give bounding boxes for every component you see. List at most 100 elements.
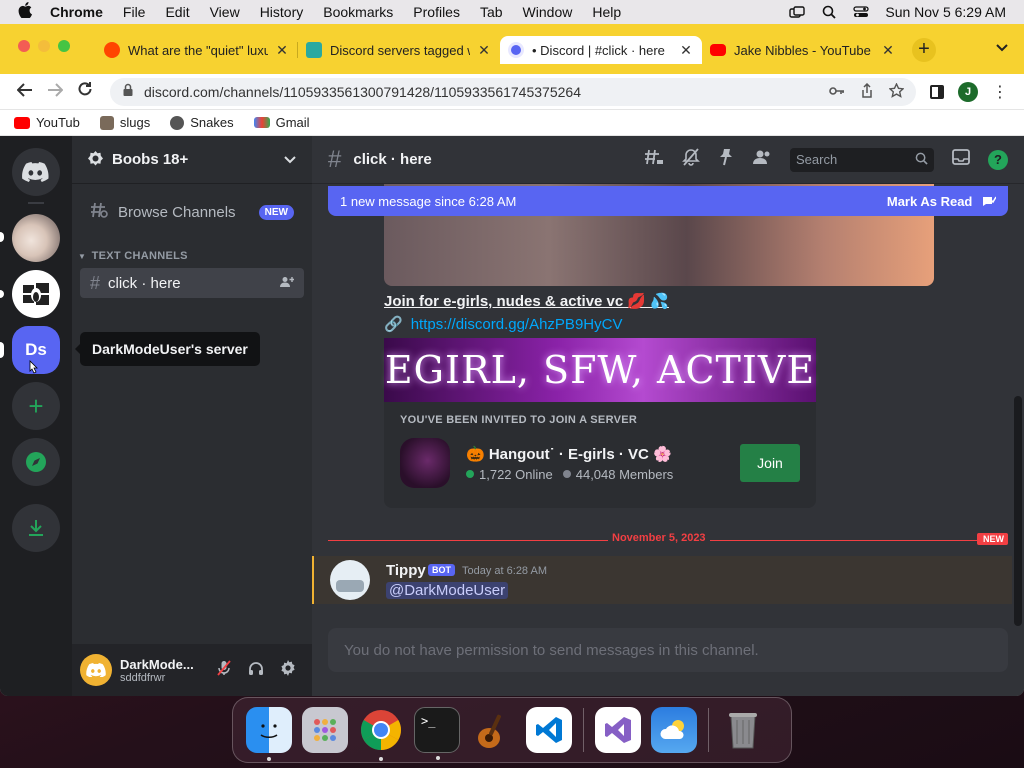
menubar-window[interactable]: Window [523,4,573,20]
vscode-icon[interactable] [526,707,572,753]
garageband-icon[interactable] [470,707,516,753]
search-input[interactable]: Search [790,147,934,172]
mouse-pointer-icon [29,360,38,374]
invite-link-url[interactable]: https://discord.gg/AhzPB9HyCV [411,316,623,333]
help-icon[interactable]: ? [988,149,1008,170]
url-text[interactable]: discord.com/channels/1105933561300791428… [144,84,829,100]
bookmark-label: Snakes [190,115,234,130]
browse-channels-button[interactable]: Browse Channels NEW [80,194,304,230]
window-controls [18,40,70,52]
menubar-app-name[interactable]: Chrome [50,4,103,20]
bookmark-star-icon[interactable] [888,81,905,101]
mute-microphone-icon[interactable] [208,660,240,680]
member-list-icon[interactable] [752,149,772,170]
tab-discord-servers[interactable]: Discord servers tagged with ✕ [298,36,500,64]
tab-close-icon[interactable]: ✕ [880,42,896,59]
tab-youtube[interactable]: Jake Nibbles - YouTube ✕ [702,36,904,64]
visual-studio-icon[interactable] [595,707,641,753]
invite-link[interactable]: 🔗 https://discord.gg/AhzPB9HyCV [384,315,622,333]
invite-server-icon[interactable] [400,438,450,488]
notification-bell-muted-icon[interactable] [682,148,700,171]
chevron-down-icon[interactable] [284,153,296,167]
threads-icon[interactable] [644,148,664,171]
tab-close-icon[interactable]: ✕ [274,42,290,59]
settings-gear-icon[interactable] [272,660,304,680]
forward-arrow-icon[interactable] [40,81,70,102]
discord-home-button[interactable] [12,148,60,196]
launchpad-icon[interactable] [302,707,348,753]
macos-dock: >_ [232,697,792,763]
menubar-history[interactable]: History [260,4,304,20]
tab-title: • Discord | #click · here [532,42,665,58]
back-arrow-icon[interactable] [10,81,40,102]
channel-item-click-here[interactable]: # click · here [80,268,304,298]
server-unread-pill [0,232,4,242]
gmail-icon [253,117,270,128]
mark-as-read-button[interactable]: Mark As Read [887,194,997,209]
new-tab-button[interactable]: + [912,38,936,62]
server-icon-1[interactable] [12,214,60,262]
inbox-icon[interactable] [952,149,970,170]
terminal-icon[interactable]: >_ [414,707,460,760]
tab-search-chevron-icon[interactable] [996,40,1008,55]
tab-close-icon[interactable]: ✕ [678,42,694,59]
tab-discord-active[interactable]: • Discord | #click · here ✕ [500,36,702,64]
download-apps-button[interactable] [12,504,60,552]
category-text-channels[interactable]: ▼ TEXT CHANNELS [78,250,312,262]
join-server-button[interactable]: Join [740,444,800,482]
message-author[interactable]: Tippy [386,562,426,579]
explore-servers-button[interactable] [12,438,60,486]
server-icon-linux[interactable] [12,270,60,318]
control-center-icon[interactable] [853,5,870,19]
channel-label: click · here [108,274,181,292]
menubar-help[interactable]: Help [592,4,621,20]
user-avatar[interactable] [80,654,112,686]
site-info-icon[interactable] [122,83,134,100]
menubar-view[interactable]: View [210,4,240,20]
apple-icon[interactable] [18,2,36,22]
server-invite-card: YOU'VE BEEN INVITED TO JOIN A SERVER 🎃 H… [384,402,816,508]
menubar-file[interactable]: File [123,4,146,20]
create-invite-icon[interactable] [280,276,295,291]
invite-server-name[interactable]: 🎃 Hangout˙ · E-girls · VC 🌸 [466,445,673,463]
pinned-messages-icon[interactable] [718,148,734,171]
bookmark-slugs[interactable]: slugs [99,115,150,130]
tab-reddit[interactable]: What are the "quiet" luxury ✕ [96,36,298,64]
guild-header[interactable]: Boobs 18+ [72,136,312,184]
finder-icon[interactable] [246,707,292,761]
user-display-name[interactable]: DarkMode... [120,657,208,672]
screen-mirror-icon[interactable] [789,5,806,19]
spotlight-search-icon[interactable] [821,5,837,19]
tab-close-icon[interactable]: ✕ [476,42,492,59]
bookmark-gmail[interactable]: Gmail [253,115,310,130]
discord-favicon-icon [508,42,524,58]
reload-icon[interactable] [70,81,100,102]
address-bar[interactable]: discord.com/channels/1105933561300791428… [110,77,916,106]
bookmark-snakes[interactable]: Snakes [170,115,234,130]
add-server-button[interactable]: + [12,382,60,430]
user-mention[interactable]: @DarkModeUser [386,582,509,599]
message-item-mention[interactable]: Tippy BOT Today at 6:28 AM @DarkModeUser [312,556,1012,604]
menubar-profiles[interactable]: Profiles [413,4,460,20]
headphones-icon[interactable] [240,661,272,680]
key-icon[interactable] [829,83,845,101]
chat-scrollbar[interactable] [1014,396,1022,626]
chrome-menu-icon[interactable]: ⋮ [992,82,1008,102]
chrome-icon[interactable] [358,707,404,761]
minimize-window-button[interactable] [38,40,50,52]
author-avatar[interactable] [330,560,370,600]
bookmark-youtube[interactable]: YouTub [14,115,80,130]
profile-avatar[interactable]: J [958,81,978,102]
close-window-button[interactable] [18,40,30,52]
menubar-clock[interactable]: Sun Nov 5 6:29 AM [885,4,1006,20]
fullscreen-window-button[interactable] [58,40,70,52]
menubar-bookmarks[interactable]: Bookmarks [323,4,393,20]
menubar-edit[interactable]: Edit [165,4,189,20]
trash-icon[interactable] [720,707,766,753]
new-messages-bar[interactable]: 1 new message since 6:28 AM Mark As Read [328,186,1008,216]
weather-icon[interactable] [651,707,697,753]
side-panel-icon[interactable] [930,84,944,99]
menubar-tab[interactable]: Tab [480,4,503,20]
share-icon[interactable] [861,82,873,101]
embed-title-link[interactable]: Join for e-girls, nudes & active vc 💋 💦 [384,292,669,310]
